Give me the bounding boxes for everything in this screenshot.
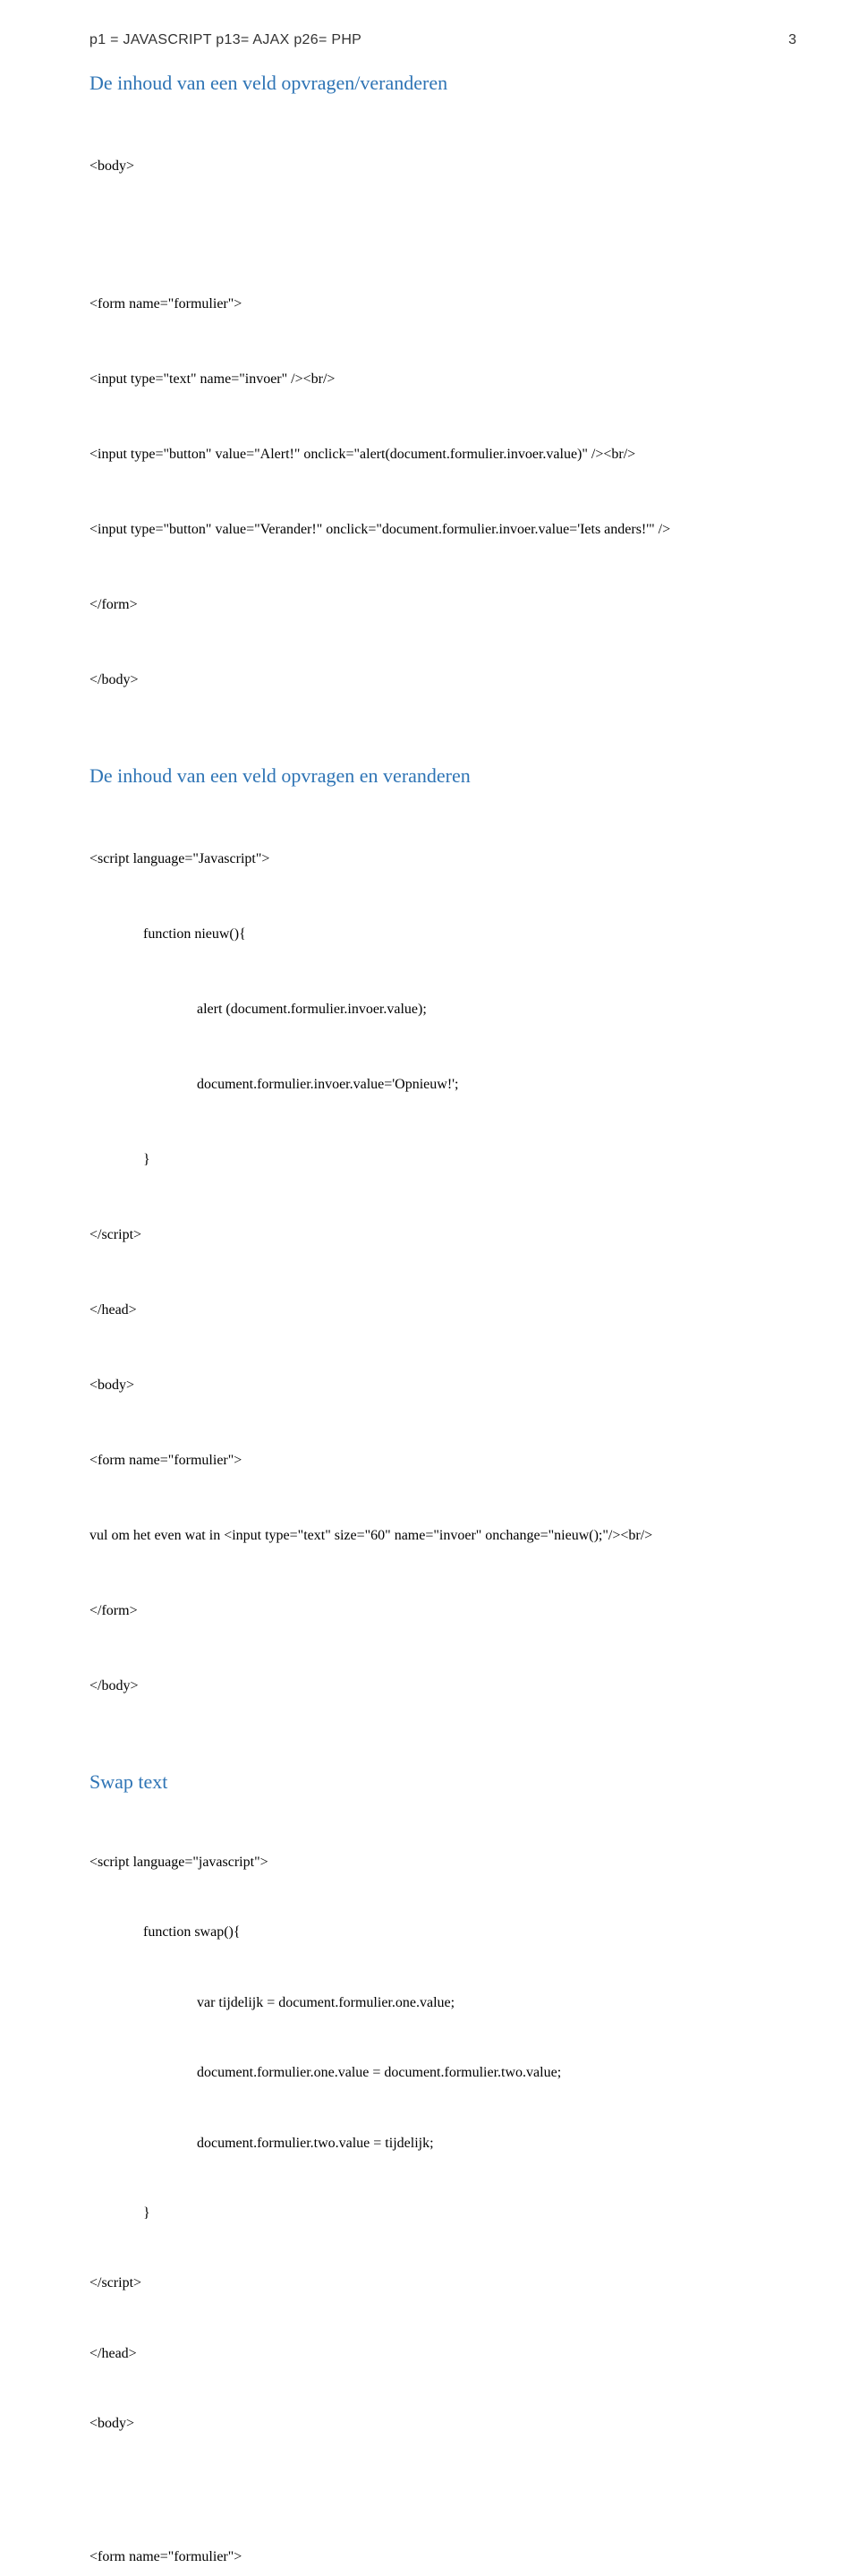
code-line: <form name="formulier"> (89, 1448, 796, 1473)
code-line: document.formulier.two.value = tijdelijk… (89, 2134, 796, 2154)
code-line: vul om het even wat in <input type="text… (89, 1523, 796, 1548)
code-line: document.formulier.invoer.value='Opnieuw… (89, 1072, 796, 1097)
header-page-number: 3 (788, 32, 796, 48)
code-line: } (89, 2204, 796, 2223)
code-line: function nieuw(){ (89, 922, 796, 947)
code-line: </head> (89, 2344, 796, 2364)
page-header: p1 = JAVASCRIPT p13= AJAX p26= PHP 3 (89, 32, 796, 48)
code-line: <form name="formulier"> (89, 2547, 796, 2567)
code-line: function swap(){ (89, 1923, 796, 1942)
code-blank-line (89, 229, 796, 242)
section-title-1: De inhoud van een veld opvragen/verander… (89, 72, 796, 95)
document-page: p1 = JAVASCRIPT p13= AJAX p26= PHP 3 De … (0, 0, 859, 2576)
code-line: <script language="Javascript"> (89, 847, 796, 872)
code-line: </body> (89, 1674, 796, 1699)
code-line: var tijdelijk = document.formulier.one.v… (89, 1993, 796, 2013)
code-line: <input type="button" value="Verander!" o… (89, 517, 796, 542)
code-line: alert (document.formulier.invoer.value); (89, 997, 796, 1022)
code-line: <body> (89, 1373, 796, 1398)
code-line: <input type="text" name="invoer" /><br/> (89, 367, 796, 392)
code-line: </form> (89, 593, 796, 618)
code-blank-line (89, 2485, 796, 2497)
code-line: </form> (89, 1599, 796, 1624)
code-block-3: <script language="javascript"> function … (89, 1803, 796, 2576)
code-block-1: <body> <form name="formulier"> <input ty… (89, 104, 796, 743)
code-line: </body> (89, 668, 796, 693)
section-title-3: Swap text (89, 1770, 796, 1794)
section-title-2: De inhoud van een veld opvragen en veran… (89, 764, 796, 788)
header-left: p1 = JAVASCRIPT p13= AJAX p26= PHP (89, 32, 361, 48)
code-line: } (89, 1147, 796, 1173)
code-line: <body> (89, 2414, 796, 2434)
code-line: </head> (89, 1298, 796, 1323)
code-line: <form name="formulier"> (89, 292, 796, 317)
code-line: </script> (89, 1223, 796, 1248)
code-block-2: <script language="Javascript"> function … (89, 797, 796, 1749)
code-line: <script language="javascript"> (89, 1853, 796, 1872)
code-line: <body> (89, 154, 796, 179)
code-line: </script> (89, 2273, 796, 2293)
code-line: <input type="button" value="Alert!" oncl… (89, 442, 796, 467)
code-line: document.formulier.one.value = document.… (89, 2063, 796, 2083)
